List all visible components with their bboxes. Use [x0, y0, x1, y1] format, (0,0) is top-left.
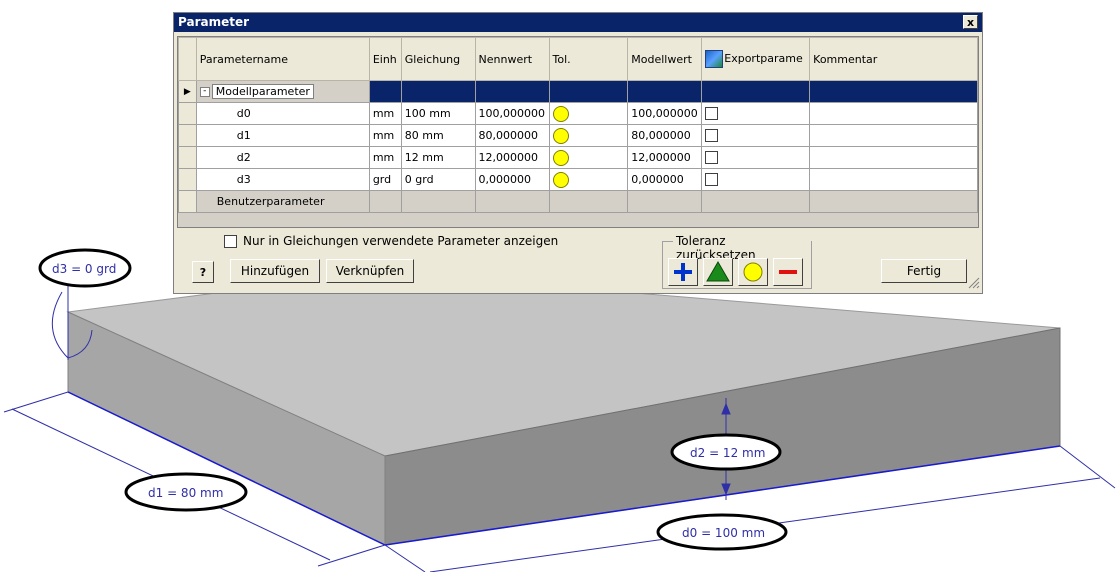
- filter-checkbox-label: Nur in Gleichungen verwendete Parameter …: [243, 234, 559, 248]
- link-button[interactable]: Verknüpfen: [326, 259, 414, 283]
- param-name[interactable]: d0: [195, 102, 370, 125]
- param-model-value: 100,000000: [627, 102, 703, 125]
- param-model-value: 80,000000: [627, 124, 703, 147]
- param-export[interactable]: [701, 168, 811, 191]
- circle-icon[interactable]: [738, 258, 768, 286]
- table-row[interactable]: d3 grd 0 grd 0,000000 0,000000: [178, 168, 978, 191]
- dialog-title: Parameter: [178, 15, 250, 29]
- group-row-user[interactable]: Benutzerparameter: [178, 190, 978, 213]
- triangle-up-icon[interactable]: [703, 258, 733, 286]
- resize-grip-icon[interactable]: [968, 277, 980, 289]
- param-name[interactable]: d2: [195, 146, 370, 169]
- group-user-label[interactable]: Benutzerparameter: [195, 190, 370, 213]
- corner-cell: [178, 37, 197, 81]
- col-header-model-value[interactable]: Modellwert: [627, 37, 703, 81]
- table-row[interactable]: d0 mm 100 mm 100,000000 100,000000: [178, 102, 978, 125]
- param-model-value: 12,000000: [627, 146, 703, 169]
- export-checkbox[interactable]: [705, 129, 719, 143]
- circle-icon: [552, 127, 569, 144]
- param-export[interactable]: [701, 102, 811, 125]
- filter-option[interactable]: Nur in Gleichungen verwendete Parameter …: [224, 234, 558, 248]
- param-export[interactable]: [701, 146, 811, 169]
- circle-icon: [552, 171, 569, 188]
- param-unit[interactable]: mm: [368, 124, 402, 147]
- col-header-name[interactable]: Parametername: [195, 37, 370, 81]
- add-button[interactable]: Hinzufügen: [230, 259, 320, 283]
- plus-icon[interactable]: [668, 258, 698, 286]
- param-nominal: 80,000000: [474, 124, 550, 147]
- group-model-label: Modellparameter: [211, 84, 314, 99]
- grid-header-row: Parametername Einh Gleichung Nennwert To…: [178, 37, 978, 81]
- param-nominal: 100,000000: [474, 102, 550, 125]
- group-row-model[interactable]: ▶ - Modellparameter: [178, 80, 978, 103]
- tolerance-reset-group: Toleranz zurücksetzen: [662, 234, 812, 289]
- param-tolerance[interactable]: [548, 102, 629, 125]
- d2-label[interactable]: d2 = 12 mm: [690, 446, 765, 460]
- table-row[interactable]: d2 mm 12 mm 12,000000 12,000000: [178, 146, 978, 169]
- param-tolerance[interactable]: [548, 168, 629, 191]
- param-comment[interactable]: [809, 146, 978, 169]
- help-icon[interactable]: ?: [192, 261, 214, 283]
- parameter-grid[interactable]: Parametername Einh Gleichung Nennwert To…: [177, 36, 979, 228]
- param-comment[interactable]: [809, 102, 978, 125]
- collapse-icon[interactable]: -: [199, 87, 210, 97]
- done-button[interactable]: Fertig: [881, 259, 967, 283]
- param-unit[interactable]: grd: [368, 168, 402, 191]
- export-checkbox[interactable]: [705, 107, 719, 121]
- col-header-nominal[interactable]: Nennwert: [474, 37, 550, 81]
- param-name[interactable]: d3: [195, 168, 370, 191]
- table-row[interactable]: d1 mm 80 mm 80,000000 80,000000: [178, 124, 978, 147]
- param-name[interactable]: d1: [195, 124, 370, 147]
- col-header-export[interactable]: Exportparame: [701, 37, 811, 81]
- param-unit[interactable]: mm: [368, 102, 402, 125]
- d1-label[interactable]: d1 = 80 mm: [148, 486, 223, 500]
- param-tolerance[interactable]: [548, 146, 629, 169]
- close-icon[interactable]: x: [963, 15, 978, 29]
- group-model-cell[interactable]: - Modellparameter: [195, 80, 370, 103]
- circle-icon: [552, 149, 569, 166]
- export-checkbox[interactable]: [705, 173, 719, 187]
- dialog-titlebar[interactable]: Parameter x: [174, 13, 982, 32]
- param-equation[interactable]: 100 mm: [400, 102, 476, 125]
- col-header-comment[interactable]: Kommentar: [809, 37, 978, 81]
- minus-icon[interactable]: [773, 258, 803, 286]
- param-equation[interactable]: 12 mm: [400, 146, 476, 169]
- dialog-controls: Nur in Gleichungen verwendete Parameter …: [174, 231, 982, 291]
- grid-background-watermark: [178, 227, 978, 228]
- param-comment[interactable]: [809, 168, 978, 191]
- circle-icon: [552, 105, 569, 122]
- col-header-unit[interactable]: Einh: [368, 37, 402, 81]
- param-equation[interactable]: 0 grd: [400, 168, 476, 191]
- d0-label[interactable]: d0 = 100 mm: [682, 526, 765, 540]
- export-checkbox[interactable]: [705, 151, 719, 165]
- param-nominal: 0,000000: [474, 168, 550, 191]
- parameter-dialog: Parameter x Parametername Einh Gleichung…: [173, 12, 983, 294]
- col-header-tolerance[interactable]: Tol.: [548, 37, 629, 81]
- param-nominal: 12,000000: [474, 146, 550, 169]
- param-export[interactable]: [701, 124, 811, 147]
- expand-row-icon[interactable]: ▶: [178, 80, 197, 103]
- param-equation[interactable]: 80 mm: [400, 124, 476, 147]
- param-unit[interactable]: mm: [368, 146, 402, 169]
- col-header-equation[interactable]: Gleichung: [400, 37, 476, 81]
- filter-checkbox[interactable]: [224, 235, 237, 248]
- d3-label[interactable]: d3 = 0 grd: [52, 262, 116, 276]
- export-parameter-icon: [705, 50, 724, 68]
- param-comment[interactable]: [809, 124, 978, 147]
- param-tolerance[interactable]: [548, 124, 629, 147]
- param-model-value: 0,000000: [627, 168, 703, 191]
